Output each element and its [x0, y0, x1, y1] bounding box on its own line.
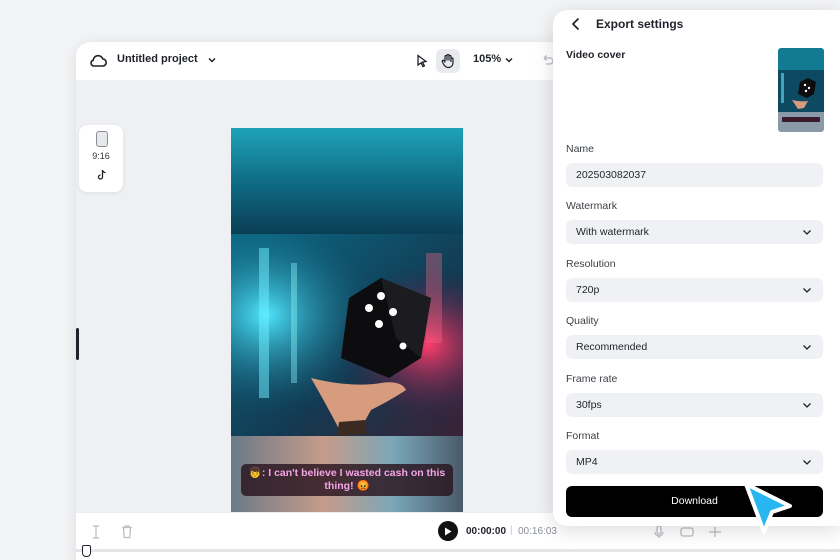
resolution-select[interactable]: 720p — [566, 278, 823, 302]
chevron-down-icon — [803, 288, 811, 293]
resolution-value: 720p — [576, 284, 600, 296]
split-icon[interactable] — [90, 525, 102, 539]
zoom-level[interactable]: 105% — [473, 53, 501, 65]
chevron-down-icon[interactable] — [206, 54, 218, 66]
chevron-down-icon — [803, 345, 811, 350]
aspect-ratio-label: 9:16 — [92, 151, 110, 161]
play-icon — [445, 527, 452, 535]
current-time: 00:00:00 — [466, 526, 507, 537]
chevron-down-icon[interactable] — [503, 54, 515, 66]
quality-select[interactable]: Recommended — [566, 335, 823, 359]
video-cover-thumbnail[interactable] — [778, 48, 824, 132]
playhead[interactable] — [82, 545, 91, 557]
project-title[interactable]: Untitled project — [117, 53, 198, 65]
resize-handle[interactable] — [76, 328, 79, 360]
quality-value: Recommended — [576, 341, 648, 353]
watermark-select[interactable]: With watermark — [566, 220, 823, 244]
play-button[interactable] — [438, 521, 458, 541]
cursor-icon — [744, 482, 792, 534]
hand-icon — [441, 53, 454, 69]
select-tool-button[interactable] — [412, 51, 432, 71]
split-screen-icon[interactable] — [708, 525, 722, 539]
video-cover-label: Video cover — [566, 49, 626, 61]
frame-rate-value: 30fps — [576, 399, 602, 411]
name-label: Name — [566, 143, 595, 155]
quality-label: Quality — [566, 315, 599, 327]
panel-title: Export settings — [596, 17, 684, 31]
microphone-icon[interactable] — [652, 525, 666, 539]
frame-rate-label: Frame rate — [566, 373, 618, 385]
back-icon[interactable] — [569, 17, 583, 31]
undo-icon[interactable] — [540, 53, 554, 67]
aspect-ratio-panel[interactable]: 9:16 — [79, 125, 123, 192]
format-value: MP4 — [576, 456, 598, 468]
chevron-down-icon — [803, 403, 811, 408]
clip-icon[interactable] — [680, 525, 694, 539]
trash-icon[interactable] — [120, 524, 134, 539]
name-input[interactable]: 202503082037 — [566, 163, 823, 187]
video-preview[interactable]: 👦: I can't believe I wasted cash on this… — [231, 128, 463, 540]
cloud-icon[interactable] — [88, 51, 108, 71]
hand-tool-button[interactable] — [436, 49, 460, 73]
time-separator: | — [510, 525, 513, 536]
format-label: Format — [566, 430, 600, 442]
video-caption[interactable]: 👦: I can't believe I wasted cash on this… — [241, 464, 453, 496]
total-time: 00:16:03 — [518, 526, 557, 537]
tiktok-icon[interactable] — [97, 169, 107, 181]
watermark-value: With watermark — [576, 226, 649, 238]
frame-rate-select[interactable]: 30fps — [566, 393, 823, 417]
export-settings-panel: Export settings Video cover Name 2025030… — [553, 10, 840, 526]
phone-icon — [96, 131, 108, 147]
chevron-down-icon — [803, 460, 811, 465]
chevron-down-icon — [803, 230, 811, 235]
watermark-label: Watermark — [566, 200, 617, 212]
resolution-label: Resolution — [566, 258, 616, 270]
timeline-track[interactable] — [76, 549, 840, 552]
format-select[interactable]: MP4 — [566, 450, 823, 474]
pointer-icon — [417, 54, 428, 68]
name-value: 202503082037 — [576, 169, 647, 181]
